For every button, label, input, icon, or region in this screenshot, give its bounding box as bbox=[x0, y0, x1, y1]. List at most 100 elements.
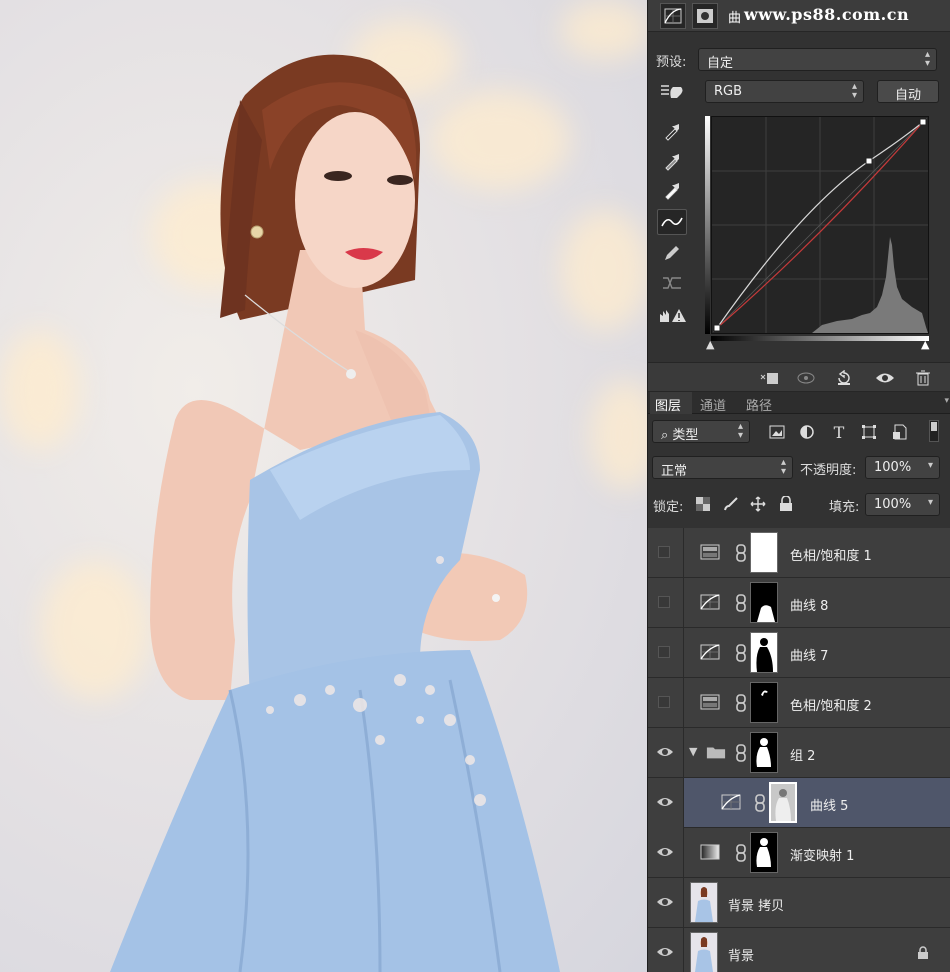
curve-point-white[interactable] bbox=[919, 118, 927, 126]
panel-menu-icon[interactable]: ▾ bbox=[944, 396, 949, 406]
layer-mask-thumbnail[interactable] bbox=[750, 632, 778, 673]
black-point-eyedropper-icon[interactable] bbox=[657, 118, 687, 144]
fill-input[interactable]: 100% ▾ bbox=[865, 493, 940, 516]
layer-thumbnail[interactable] bbox=[690, 932, 718, 972]
eye-icon[interactable] bbox=[656, 895, 674, 909]
view-previous-state-icon[interactable] bbox=[796, 369, 818, 387]
opacity-value: 100% bbox=[874, 460, 912, 475]
tab-paths[interactable]: 路径 bbox=[746, 395, 772, 414]
lock-all-icon[interactable] bbox=[777, 495, 795, 513]
reset-icon[interactable] bbox=[833, 369, 855, 387]
fill-label: 填充: bbox=[829, 500, 860, 515]
on-image-adjust-icon[interactable] bbox=[657, 79, 687, 105]
clip-to-layer-icon[interactable] bbox=[758, 369, 780, 387]
auto-button[interactable]: 自动 bbox=[877, 80, 939, 103]
tab-layers[interactable]: 图层 bbox=[655, 395, 681, 414]
visibility-toggle[interactable] bbox=[648, 878, 684, 928]
opacity-input[interactable]: 100% ▾ bbox=[865, 456, 940, 479]
visibility-toggle[interactable] bbox=[648, 628, 684, 678]
white-slider-icon[interactable]: ▲ bbox=[921, 338, 929, 351]
layer-filter-value: 类型 bbox=[672, 428, 699, 443]
group-expand-arrow-icon[interactable]: ▼ bbox=[689, 745, 697, 758]
visibility-toggle[interactable] bbox=[648, 678, 684, 728]
clipping-warning-icon[interactable] bbox=[657, 302, 687, 328]
layer-row[interactable]: 曲线 8 bbox=[648, 578, 950, 628]
layer-mask-thumbnail[interactable] bbox=[769, 782, 797, 823]
filter-toggle-switch[interactable] bbox=[929, 420, 939, 442]
lock-transparent-icon[interactable] bbox=[694, 495, 712, 513]
curve-edit-tool-icon[interactable] bbox=[657, 209, 687, 235]
visibility-off-box[interactable] bbox=[658, 596, 670, 608]
layer-name: 渐变映射 1 bbox=[790, 849, 855, 864]
white-point-eyedropper-icon[interactable] bbox=[657, 177, 687, 203]
filter-adjustment-icon[interactable] bbox=[798, 423, 816, 441]
fill-value: 100% bbox=[874, 497, 912, 512]
properties-footer bbox=[648, 362, 950, 392]
chain-link-icon[interactable] bbox=[735, 594, 747, 612]
layer-mask-thumbnail[interactable] bbox=[750, 682, 778, 723]
curves-plot[interactable] bbox=[712, 117, 928, 333]
layer-mask-thumbnail[interactable] bbox=[750, 832, 778, 873]
visibility-toggle[interactable] bbox=[648, 928, 684, 972]
filter-pixel-icon[interactable] bbox=[768, 423, 786, 441]
gray-point-eyedropper-icon[interactable] bbox=[657, 148, 687, 174]
curves-layer-icon bbox=[700, 644, 720, 660]
chevron-down-icon[interactable]: ▾ bbox=[928, 461, 933, 471]
smooth-curve-icon[interactable] bbox=[657, 270, 687, 296]
visibility-toggle[interactable] bbox=[648, 728, 684, 778]
tab-channels[interactable]: 通道 bbox=[700, 395, 726, 414]
visibility-off-box[interactable] bbox=[658, 646, 670, 658]
lock-image-icon[interactable] bbox=[722, 495, 740, 513]
chevron-down-icon[interactable]: ▾ bbox=[928, 498, 933, 508]
layer-mask-thumbnail[interactable] bbox=[750, 582, 778, 623]
layer-row[interactable]: 色相/饱和度 1 bbox=[648, 528, 950, 578]
layer-row[interactable]: 渐变映射 1 bbox=[648, 828, 950, 878]
visibility-toggle[interactable] bbox=[648, 828, 684, 878]
visibility-off-box[interactable] bbox=[658, 546, 670, 558]
chain-link-icon[interactable] bbox=[735, 694, 747, 712]
layer-row[interactable]: ▼ 组 2 bbox=[648, 728, 950, 778]
properties-header: 曲 www.ps88.com.cn bbox=[648, 0, 950, 32]
channel-value: RGB bbox=[714, 84, 743, 99]
curves-graph[interactable] bbox=[711, 116, 929, 334]
chain-link-icon[interactable] bbox=[735, 544, 747, 562]
canvas-photo[interactable] bbox=[0, 0, 647, 972]
filter-smart-object-icon[interactable] bbox=[891, 423, 909, 441]
filter-type-icon[interactable]: T bbox=[830, 423, 848, 442]
curves-adjustment-icon[interactable] bbox=[660, 3, 686, 29]
toggle-visibility-icon[interactable] bbox=[874, 369, 896, 387]
layer-row[interactable]: 曲线 7 bbox=[648, 628, 950, 678]
chain-link-icon[interactable] bbox=[735, 744, 747, 762]
visibility-toggle[interactable] bbox=[648, 578, 684, 628]
blend-mode-dropdown[interactable]: 正常 ▴ ▾ bbox=[652, 456, 793, 479]
mask-icon[interactable] bbox=[692, 3, 718, 29]
eye-icon[interactable] bbox=[656, 845, 674, 859]
layer-mask-thumbnail[interactable] bbox=[750, 732, 778, 773]
layer-row[interactable]: 背景 bbox=[648, 928, 950, 972]
pencil-draw-icon[interactable] bbox=[657, 240, 687, 266]
black-slider-icon[interactable]: ▲ bbox=[706, 338, 714, 351]
chain-link-icon[interactable] bbox=[735, 644, 747, 662]
filter-shape-icon[interactable] bbox=[860, 423, 878, 441]
chain-link-icon[interactable] bbox=[735, 844, 747, 862]
curve-point-mid[interactable] bbox=[865, 157, 873, 165]
lock-position-icon[interactable] bbox=[749, 495, 767, 513]
visibility-off-box[interactable] bbox=[658, 696, 670, 708]
layer-row[interactable]: 背景 拷贝 bbox=[648, 878, 950, 928]
visibility-toggle[interactable] bbox=[648, 528, 684, 578]
layer-row[interactable]: 色相/饱和度 2 bbox=[648, 678, 950, 728]
eye-icon[interactable] bbox=[656, 745, 674, 759]
eye-icon[interactable] bbox=[656, 795, 674, 809]
layer-filter-dropdown[interactable]: ⌕ 类型 ▴ ▾ bbox=[652, 420, 750, 443]
visibility-toggle[interactable] bbox=[648, 778, 684, 828]
layer-row-selected[interactable]: 曲线 5 bbox=[648, 778, 950, 828]
chain-link-icon[interactable] bbox=[754, 794, 766, 812]
delete-icon[interactable] bbox=[912, 369, 934, 387]
hue-saturation-layer-icon bbox=[700, 544, 720, 560]
preset-dropdown[interactable]: 自定 ▴ ▾ bbox=[698, 48, 937, 71]
layer-mask-thumbnail[interactable] bbox=[750, 532, 778, 573]
eye-icon[interactable] bbox=[656, 945, 674, 959]
layer-thumbnail[interactable] bbox=[690, 882, 718, 923]
channel-dropdown[interactable]: RGB ▴ ▾ bbox=[705, 80, 864, 103]
curve-point-black[interactable] bbox=[713, 324, 721, 332]
